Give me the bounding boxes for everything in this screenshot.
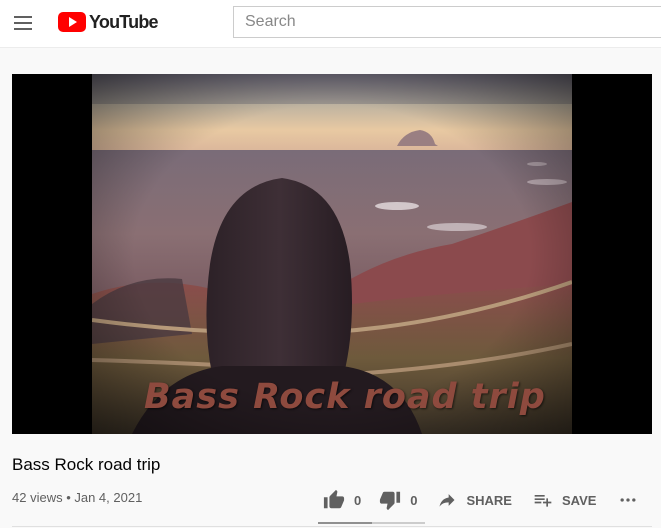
sentiment-bar [318, 522, 425, 524]
playlist-add-icon [534, 495, 552, 507]
video-player[interactable]: Bass Rock road trip [12, 74, 652, 434]
like-count: 0 [354, 492, 362, 508]
save-label: SAVE [561, 492, 597, 508]
share-label: SHARE [466, 492, 512, 508]
search-input[interactable] [233, 6, 661, 38]
video-frame: Bass Rock road trip [92, 74, 572, 434]
youtube-logo[interactable]: YouTube [58, 10, 159, 34]
video-overlay-title: Bass Rock road trip [144, 377, 546, 417]
video-actions: 0 0 SHARE SAVE [320, 485, 638, 515]
video-meta: 42 views • Jan 4, 2021 [12, 490, 143, 505]
more-horizontal-icon [620, 498, 636, 502]
more-actions-button[interactable] [618, 490, 638, 510]
thumbs-down-icon [380, 491, 401, 511]
menu-icon[interactable] [14, 13, 34, 33]
dislike-count: 0 [410, 492, 418, 508]
video-title: Bass Rock road trip [12, 455, 161, 474]
masthead: YouTube [0, 0, 661, 48]
like-button[interactable]: 0 [322, 489, 361, 511]
thumbs-up-icon [323, 489, 345, 509]
sentiment-bar-fill [318, 522, 372, 524]
dislike-button[interactable]: 0 [378, 489, 417, 511]
share-arrow-icon [439, 494, 455, 507]
share-button[interactable]: SHARE [436, 490, 512, 510]
save-button[interactable]: SAVE [532, 490, 596, 510]
divider [12, 526, 652, 527]
logo-text: YouTube [89, 11, 159, 32]
youtube-logo-icon [58, 12, 86, 32]
